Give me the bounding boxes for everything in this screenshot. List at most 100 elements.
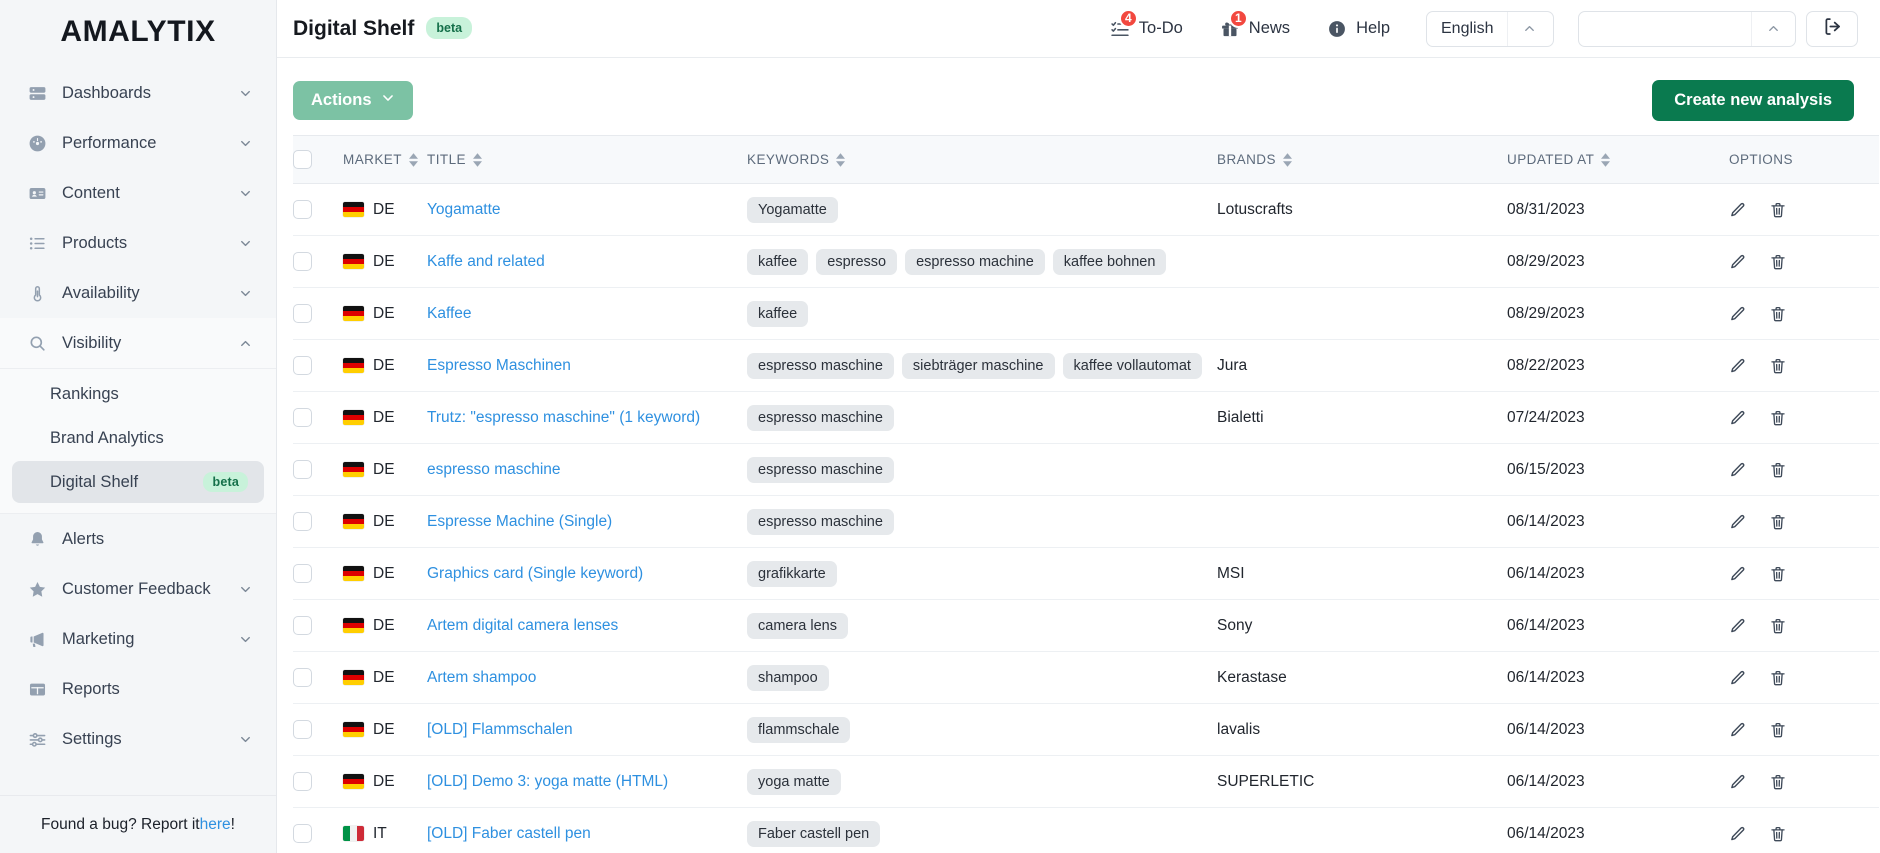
- table-row[interactable]: DE Espresso Maschinen espresso maschine sie…: [293, 339, 1879, 392]
- analysis-title-link[interactable]: Graphics card (Single keyword): [427, 565, 643, 582]
- row-checkbox[interactable]: [293, 772, 312, 791]
- delete-icon[interactable]: [1769, 305, 1787, 323]
- sidebar-item-digital-shelf[interactable]: Digital Shelf beta: [12, 461, 264, 503]
- table-row[interactable]: DE [OLD] Demo 3: yoga matte (HTML) yoga ma…: [293, 755, 1879, 808]
- table-row[interactable]: DE Trutz: "espresso maschine" (1 keyword)…: [293, 391, 1879, 444]
- row-checkbox[interactable]: [293, 720, 312, 739]
- table-row[interactable]: DE Artem digital camera lenses camera lens…: [293, 599, 1879, 652]
- analysis-title-link[interactable]: espresso maschine: [427, 461, 561, 478]
- edit-icon[interactable]: [1729, 513, 1747, 531]
- row-checkbox[interactable]: [293, 564, 312, 583]
- actions-button[interactable]: Actions: [293, 81, 413, 120]
- chevron-down-icon[interactable]: [236, 630, 254, 648]
- delete-icon[interactable]: [1769, 461, 1787, 479]
- sidebar-item-alerts[interactable]: Alerts: [0, 514, 276, 564]
- sidebar-item-availability[interactable]: Availability: [0, 268, 276, 318]
- analysis-title-link[interactable]: [OLD] Demo 3: yoga matte (HTML): [427, 773, 668, 790]
- table-row[interactable]: DE espresso maschine espresso maschine 06/1…: [293, 443, 1879, 496]
- delete-icon[interactable]: [1769, 253, 1787, 271]
- help-button[interactable]: Help: [1326, 18, 1390, 40]
- edit-icon[interactable]: [1729, 669, 1747, 687]
- analysis-title-link[interactable]: [OLD] Faber castell pen: [427, 825, 591, 842]
- analysis-title-link[interactable]: Artem shampoo: [427, 669, 536, 686]
- sidebar-item-performance[interactable]: Performance: [0, 118, 276, 168]
- select-all-checkbox[interactable]: [293, 150, 312, 169]
- account-select[interactable]: [1578, 10, 1796, 47]
- chevron-up-icon[interactable]: [236, 334, 254, 352]
- chevron-down-icon[interactable]: [236, 284, 254, 302]
- analysis-title-link[interactable]: Espresse Machine (Single): [427, 513, 612, 530]
- create-new-analysis-button[interactable]: Create new analysis: [1652, 80, 1854, 121]
- table-row[interactable]: DE Artem shampoo shampoo Kerastase 06/14/202…: [293, 651, 1879, 704]
- table-row[interactable]: DE Yogamatte Yogamatte Lotuscrafts 08/31/202…: [293, 183, 1879, 236]
- chevron-up-icon[interactable]: [1751, 11, 1795, 46]
- chevron-down-icon[interactable]: [236, 184, 254, 202]
- edit-icon[interactable]: [1729, 773, 1747, 791]
- news-button[interactable]: 1 News: [1219, 8, 1290, 40]
- delete-icon[interactable]: [1769, 617, 1787, 635]
- sidebar-item-dashboards[interactable]: Dashboards: [0, 68, 276, 118]
- sort-updated-at-icon[interactable]: [1601, 152, 1611, 167]
- edit-icon[interactable]: [1729, 825, 1747, 843]
- edit-icon[interactable]: [1729, 461, 1747, 479]
- sidebar-item-products[interactable]: Products: [0, 218, 276, 268]
- row-checkbox[interactable]: [293, 668, 312, 687]
- analysis-title-link[interactable]: Kaffe and related: [427, 253, 545, 270]
- row-checkbox[interactable]: [293, 356, 312, 375]
- analysis-title-link[interactable]: [OLD] Flammschalen: [427, 721, 573, 738]
- todo-button[interactable]: 4 To-Do: [1109, 8, 1183, 40]
- chevron-down-icon[interactable]: [236, 84, 254, 102]
- row-checkbox[interactable]: [293, 512, 312, 531]
- analysis-title-link[interactable]: Trutz: "espresso maschine" (1 keyword): [427, 409, 700, 426]
- row-checkbox[interactable]: [293, 616, 312, 635]
- analysis-title-link[interactable]: Espresso Maschinen: [427, 357, 571, 374]
- row-checkbox[interactable]: [293, 408, 312, 427]
- delete-icon[interactable]: [1769, 721, 1787, 739]
- table-row[interactable]: DE Graphics card (Single keyword) grafikka…: [293, 547, 1879, 600]
- table-row[interactable]: DE Kaffee kaffee 08/29/2023: [293, 287, 1879, 340]
- sort-market-icon[interactable]: [408, 152, 418, 167]
- chevron-down-icon[interactable]: [236, 580, 254, 598]
- sort-brands-icon[interactable]: [1282, 152, 1292, 167]
- edit-icon[interactable]: [1729, 253, 1747, 271]
- row-checkbox[interactable]: [293, 252, 312, 271]
- delete-icon[interactable]: [1769, 357, 1787, 375]
- edit-icon[interactable]: [1729, 305, 1747, 323]
- sidebar-item-rankings[interactable]: Rankings: [12, 373, 264, 415]
- table-row[interactable]: IT [OLD] Faber castell pen Faber castell p…: [293, 807, 1879, 853]
- sort-title-icon[interactable]: [473, 152, 483, 167]
- sidebar-item-settings[interactable]: Settings: [0, 714, 276, 764]
- row-checkbox[interactable]: [293, 460, 312, 479]
- sidebar-item-visibility[interactable]: Visibility: [0, 318, 276, 368]
- edit-icon[interactable]: [1729, 409, 1747, 427]
- delete-icon[interactable]: [1769, 825, 1787, 843]
- sidebar-item-content[interactable]: Content: [0, 168, 276, 218]
- edit-icon[interactable]: [1729, 565, 1747, 583]
- sidebar-item-brand-analytics[interactable]: Brand Analytics: [12, 417, 264, 459]
- chevron-down-icon[interactable]: [236, 234, 254, 252]
- chevron-down-icon[interactable]: [236, 134, 254, 152]
- delete-icon[interactable]: [1769, 565, 1787, 583]
- row-checkbox[interactable]: [293, 304, 312, 323]
- sidebar-item-marketing[interactable]: Marketing: [0, 614, 276, 664]
- sidebar-item-reports[interactable]: Reports: [0, 664, 276, 714]
- analysis-title-link[interactable]: Yogamatte: [427, 201, 501, 218]
- delete-icon[interactable]: [1769, 669, 1787, 687]
- logout-button[interactable]: [1806, 10, 1858, 47]
- edit-icon[interactable]: [1729, 721, 1747, 739]
- edit-icon[interactable]: [1729, 357, 1747, 375]
- sidebar-item-customer-feedback[interactable]: Customer Feedback: [0, 564, 276, 614]
- table-row[interactable]: DE [OLD] Flammschalen flammschale lavalis 06…: [293, 703, 1879, 756]
- chevron-up-icon[interactable]: [1507, 11, 1551, 46]
- row-checkbox[interactable]: [293, 200, 312, 219]
- delete-icon[interactable]: [1769, 513, 1787, 531]
- chevron-down-icon[interactable]: [236, 730, 254, 748]
- delete-icon[interactable]: [1769, 201, 1787, 219]
- edit-icon[interactable]: [1729, 201, 1747, 219]
- sort-keywords-icon[interactable]: [836, 152, 846, 167]
- edit-icon[interactable]: [1729, 617, 1747, 635]
- delete-icon[interactable]: [1769, 409, 1787, 427]
- analysis-title-link[interactable]: Artem digital camera lenses: [427, 617, 618, 634]
- table-row[interactable]: DE Espresse Machine (Single) espresso masc…: [293, 495, 1879, 548]
- language-select[interactable]: English: [1426, 10, 1554, 47]
